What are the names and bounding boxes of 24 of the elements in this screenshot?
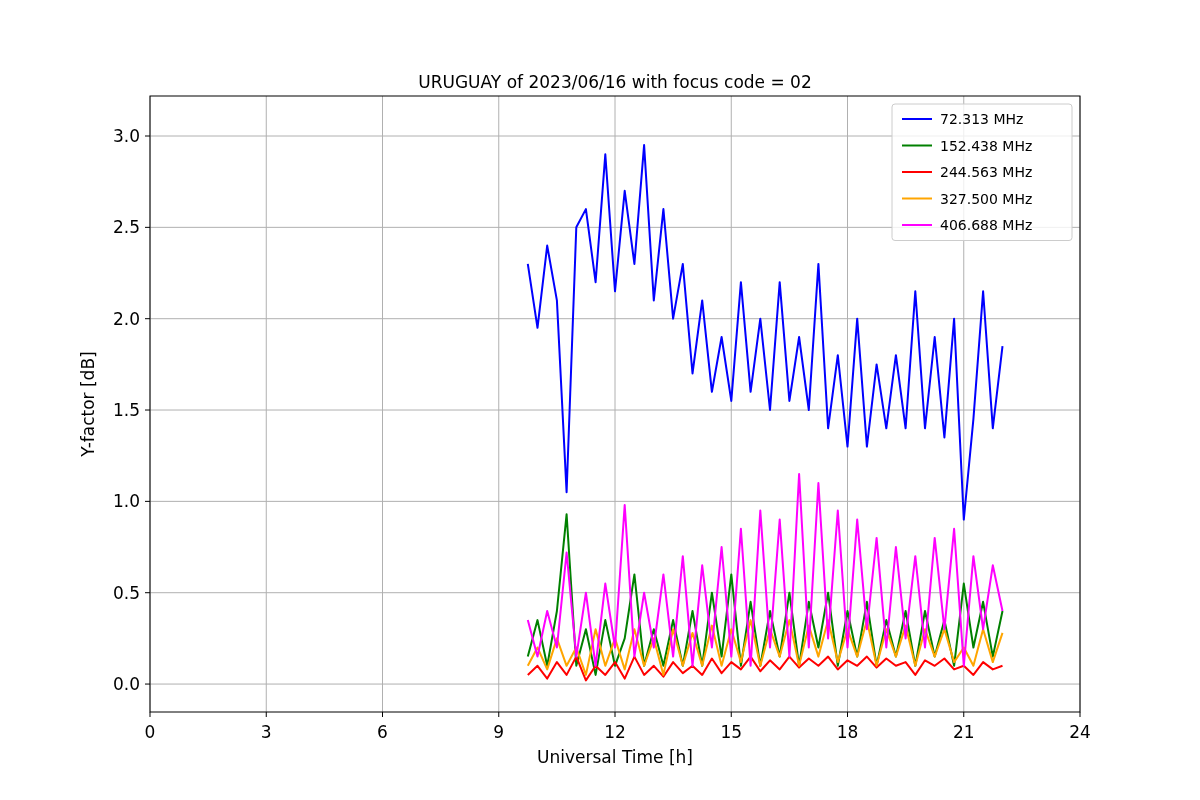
y-axis-label: Y-factor [dB] <box>78 351 98 457</box>
y-tick-label: 0.0 <box>112 674 140 695</box>
y-tick-label: 1.5 <box>112 400 140 421</box>
legend-label: 406.688 MHz <box>940 217 1033 233</box>
x-tick-label: 6 <box>377 722 388 742</box>
x-tick-label: 3 <box>260 722 272 742</box>
legend-label: 152.438 MHz <box>940 137 1033 154</box>
x-tick-label: 24 <box>1069 722 1091 742</box>
x-tick-label: 18 <box>836 722 859 742</box>
x-tick-label: 21 <box>952 722 975 742</box>
x-tick-label: 15 <box>720 722 743 742</box>
y-tick-label: 2.5 <box>112 217 140 238</box>
chart-title: URUGUAY of 2023/06/16 with focus code = 02 <box>418 72 812 92</box>
legend-label: 327.500 MHz <box>940 190 1033 207</box>
y-tick-label: 3.0 <box>112 126 140 146</box>
x-tick-label: 0 <box>144 722 156 742</box>
y-tick-label: 1.0 <box>112 491 140 512</box>
x-tick-label: 12 <box>604 722 626 742</box>
x-tick-label: 9 <box>493 722 505 742</box>
x-axis-label: Universal Time [h] <box>537 747 693 767</box>
y-tick-label: 2.0 <box>112 308 140 329</box>
legend-label: 72.313 MHz <box>940 111 1024 127</box>
y-tick-label: 0.5 <box>112 582 140 603</box>
legend-label: 244.563 MHz <box>940 164 1033 180</box>
